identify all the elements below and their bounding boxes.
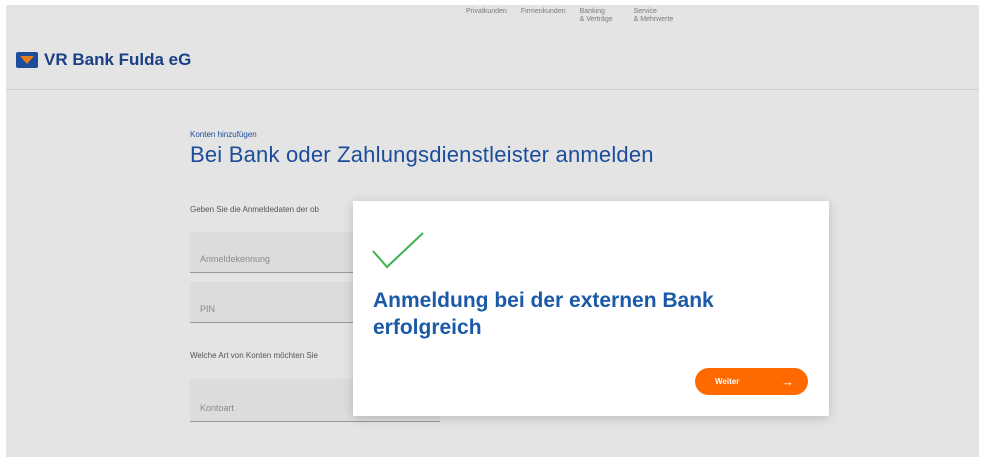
dialog-title: Anmeldung bei der externen Bank erfolgre… xyxy=(373,289,714,339)
login-id-placeholder: Anmeldekennung xyxy=(200,254,271,264)
bank-logo[interactable]: VR Bank Fulda eG xyxy=(16,50,191,70)
weiter-button-label: Weiter xyxy=(715,377,740,386)
nav-banking-vertraege[interactable]: Banking & Verträge xyxy=(580,8,620,24)
breadcrumb: Konten hinzufügen xyxy=(190,130,257,139)
nav-privatkunden[interactable]: Privatkunden xyxy=(466,8,507,24)
credentials-prompt: Geben Sie die Anmeldedaten der ob xyxy=(190,205,319,214)
account-type-prompt: Welche Art von Konten möchten Sie xyxy=(190,351,318,360)
pin-placeholder: PIN xyxy=(200,304,216,314)
checkmark-icon xyxy=(372,232,424,269)
success-dialog: Anmeldung bei der externen Bank erfolgre… xyxy=(353,201,829,416)
brand-name: VR Bank Fulda eG xyxy=(44,50,192,69)
vr-logo-icon xyxy=(16,52,38,68)
nav-service-mehrwerte[interactable]: Service & Mehrwerte xyxy=(634,8,694,24)
arrow-right-icon: → xyxy=(781,374,794,389)
site-header: VR Bank Fulda eG Privatkunden Firmenkund… xyxy=(6,5,979,90)
nav-firmenkunden[interactable]: Firmenkunden xyxy=(521,8,566,24)
main-nav: Privatkunden Firmenkunden Banking & Vert… xyxy=(466,8,694,24)
page-title: Bei Bank oder Zahlungsdienstleister anme… xyxy=(190,142,654,167)
account-type-placeholder: Kontoart xyxy=(200,403,235,413)
page-heading: Konten hinzufügen Bei Bank oder Zahlungs… xyxy=(190,130,654,168)
weiter-button[interactable]: Weiter → xyxy=(695,368,808,395)
